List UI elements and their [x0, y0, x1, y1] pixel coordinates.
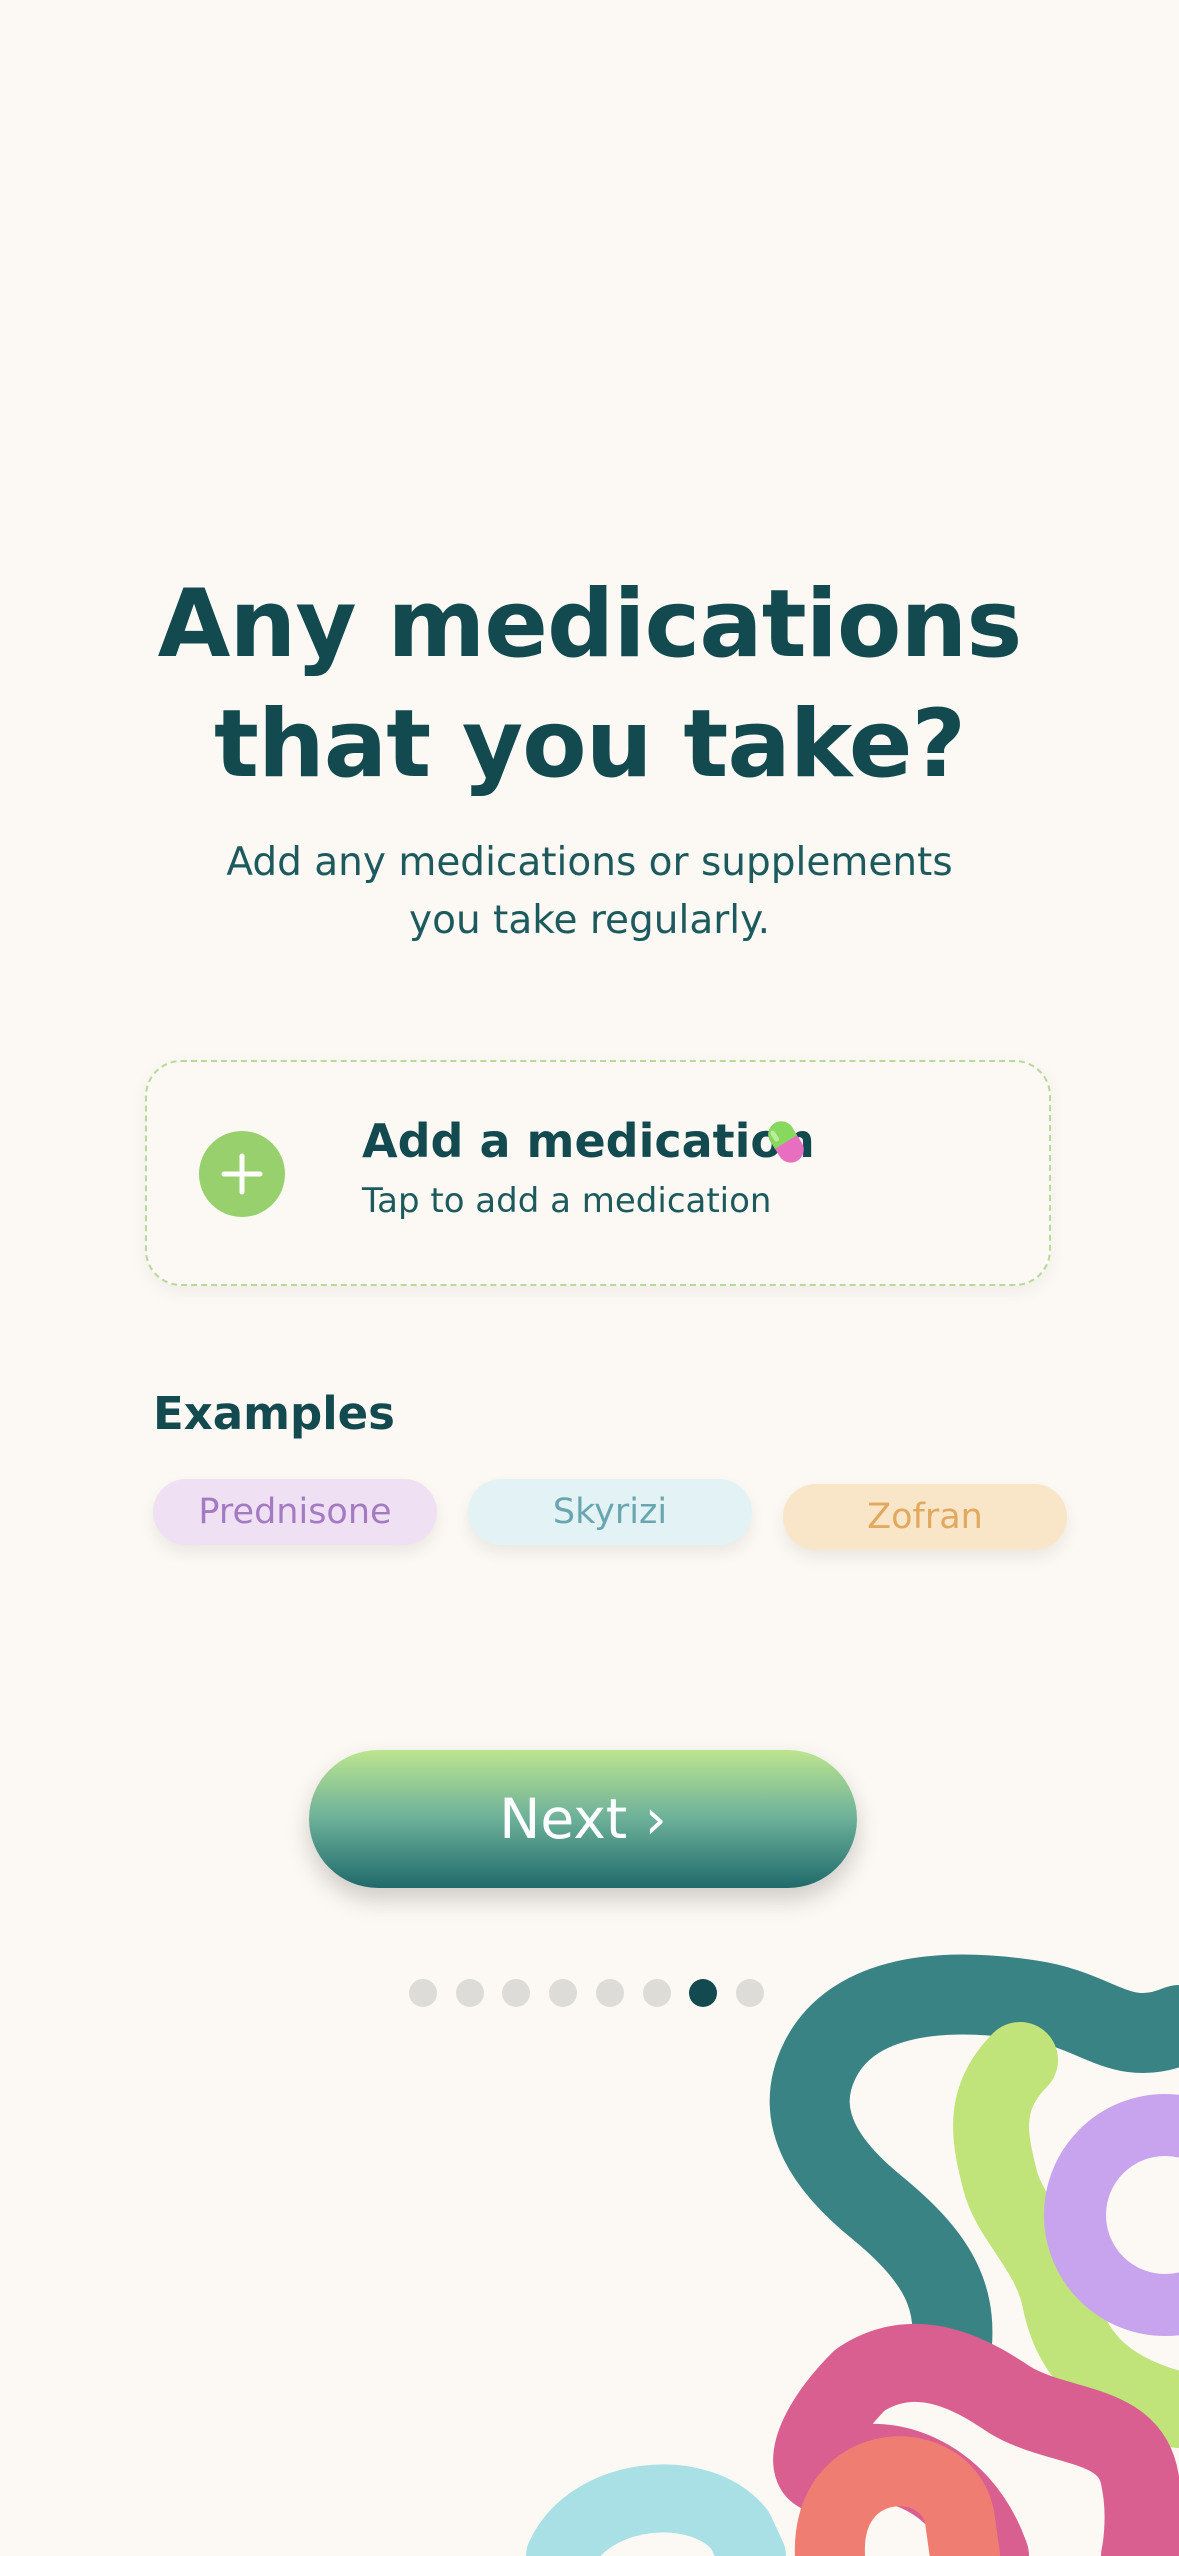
pagination-dot	[643, 1979, 671, 2007]
plus-icon	[199, 1131, 285, 1217]
page-subtitle-line-1: Add any medications or supplements	[226, 840, 953, 885]
pagination-dot	[409, 1979, 437, 2007]
page-subtitle: Add any medications or supplements you t…	[0, 834, 1179, 950]
pagination-dot	[549, 1979, 577, 2007]
pagination-dot	[736, 1979, 764, 2007]
pagination-dot	[502, 1979, 530, 2007]
example-chip-skyrizi[interactable]: Skyrizi	[468, 1479, 752, 1545]
add-medication-subtitle: Tap to add a medication	[362, 1181, 772, 1221]
page-title-line-2: that you take?	[213, 690, 966, 799]
add-medication-card[interactable]: Add a medication Tap to add a medication	[145, 1060, 1051, 1286]
page-title-line-1: Any medications	[157, 570, 1023, 679]
pagination-dot	[689, 1979, 717, 2007]
pill-icon	[768, 1121, 804, 1163]
examples-heading: Examples	[153, 1387, 395, 1440]
example-chip-prednisone[interactable]: Prednisone	[153, 1479, 437, 1545]
pagination-dot	[596, 1979, 624, 2007]
next-button[interactable]: Next ›	[309, 1750, 857, 1888]
pagination-dot	[456, 1979, 484, 2007]
add-medication-title: Add a medication	[362, 1114, 815, 1168]
example-chip-zofran[interactable]: Zofran	[783, 1484, 1067, 1550]
page-subtitle-line-2: you take regularly.	[409, 898, 770, 943]
page-title: Any medications that you take?	[0, 565, 1179, 805]
